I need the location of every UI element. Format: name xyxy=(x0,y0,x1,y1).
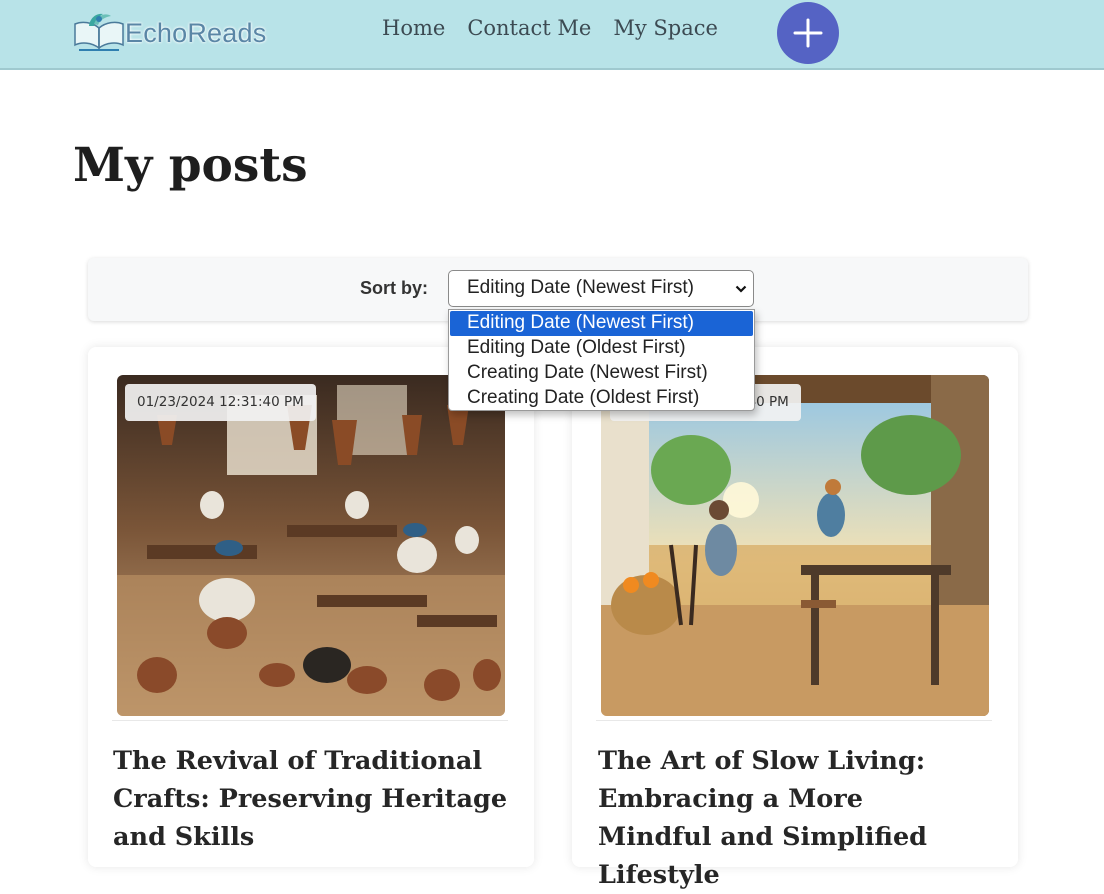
sort-option-creating-oldest[interactable]: Creating Date (Oldest First) xyxy=(449,386,754,411)
sort-selected-value: Editing Date (Newest First) xyxy=(467,277,695,298)
logo-text: EchoReads xyxy=(125,17,267,48)
post-date-badge: 01/23/2024 12:31:40 PM xyxy=(125,384,316,421)
sort-option-editing-oldest[interactable]: Editing Date (Oldest First) xyxy=(449,336,754,361)
post-image[interactable] xyxy=(601,375,989,716)
nav-home-link[interactable]: Home xyxy=(382,16,445,40)
add-post-button[interactable] xyxy=(777,2,839,64)
sort-dropdown-menu: Editing Date (Newest First) Editing Date… xyxy=(448,309,755,411)
divider xyxy=(112,720,508,721)
craft-workshop-illustration xyxy=(117,375,505,716)
top-navbar: EchoReads Home Contact Me My Space xyxy=(0,0,1104,70)
sort-label: Sort by: xyxy=(360,278,429,298)
post-title[interactable]: The Revival of Traditional Crafts: Prese… xyxy=(113,742,523,856)
nav-contact-link[interactable]: Contact Me xyxy=(467,16,591,40)
sort-select[interactable]: Editing Date (Newest First) xyxy=(448,270,754,307)
post-card[interactable]: 01/23/2024 12:31:40 PM The Art of Slow L… xyxy=(572,347,1018,890)
chevron-down-icon xyxy=(735,285,747,293)
divider xyxy=(596,720,992,721)
main-nav: Home Contact Me My Space xyxy=(382,16,718,40)
nav-my-space-link[interactable]: My Space xyxy=(613,16,718,40)
sort-option-creating-newest[interactable]: Creating Date (Newest First) xyxy=(449,361,754,386)
post-card[interactable]: 01/23/2024 12:31:40 PM The Revival of Tr… xyxy=(88,347,534,867)
open-book-logo-icon xyxy=(74,13,124,51)
post-image[interactable] xyxy=(117,375,505,716)
slow-living-illustration xyxy=(601,375,989,716)
plus-icon xyxy=(793,18,823,48)
logo[interactable]: EchoReads xyxy=(73,10,266,56)
post-title[interactable]: The Art of Slow Living: Embracing a More… xyxy=(598,742,978,894)
page-title: My posts xyxy=(73,138,308,193)
sort-option-editing-newest[interactable]: Editing Date (Newest First) xyxy=(450,311,753,336)
